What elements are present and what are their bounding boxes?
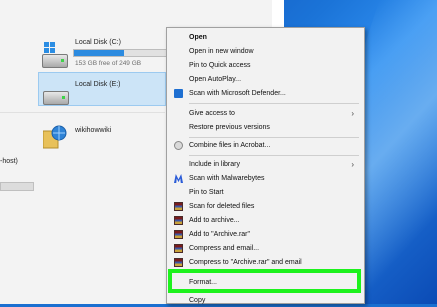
- menu-item-label: Scan with Malwarebytes: [189, 175, 265, 182]
- network-location-label[interactable]: wikihowwiki: [75, 127, 111, 134]
- drive-c-free-space: 153 GB free of 249 GB: [75, 60, 142, 67]
- winrar-icon: [174, 244, 183, 253]
- menu-item-label: Open AutoPlay...: [189, 76, 242, 83]
- menu-item-open-autoplay[interactable]: Open AutoPlay...: [167, 73, 364, 86]
- windows-logo-icon: [44, 42, 56, 54]
- host-usage-bar: [0, 182, 34, 191]
- menu-item-label: Combine files in Acrobat...: [189, 142, 271, 149]
- menu-item-include-library[interactable]: Include in library ›: [167, 158, 364, 171]
- menu-item-label: Open in new window: [189, 48, 254, 55]
- defender-icon: [174, 89, 183, 98]
- menu-item-scan-malwarebytes[interactable]: Scan with Malwarebytes: [167, 172, 364, 185]
- menu-item-label: Include in library: [189, 161, 240, 168]
- hard-drive-icon: [42, 54, 68, 68]
- menu-item-pin-start[interactable]: Pin to Start: [167, 186, 364, 199]
- menu-item-open-new-window[interactable]: Open in new window: [167, 45, 364, 58]
- menu-item-scan-deleted[interactable]: Scan for deleted files: [167, 200, 364, 213]
- host-fragment-label: -host): [0, 158, 18, 165]
- menu-item-label: Scan for deleted files: [189, 203, 255, 210]
- menu-item-label: Add to "Archive.rar": [189, 231, 250, 238]
- menu-item-label: Scan with Microsoft Defender...: [189, 90, 286, 97]
- menu-item-add-archive-rar[interactable]: Add to "Archive.rar": [167, 228, 364, 241]
- drive-c-label: Local Disk (C:): [75, 39, 121, 46]
- winrar-icon: [174, 216, 183, 225]
- menu-item-label: Compress and email...: [189, 245, 260, 252]
- malwarebytes-icon: [174, 174, 183, 183]
- section-divider: [0, 112, 165, 113]
- menu-item-combine-acrobat[interactable]: Combine files in Acrobat...: [167, 139, 364, 152]
- menu-item-give-access[interactable]: Give access to ›: [167, 107, 364, 120]
- menu-item-label: Pin to Start: [189, 189, 224, 196]
- recovery-icon: [174, 202, 183, 211]
- menu-item-label: Compress to "Archive.rar" and email: [189, 259, 302, 266]
- menu-item-compress-email[interactable]: Compress and email...: [167, 242, 364, 255]
- chevron-right-icon: ›: [351, 160, 354, 169]
- drive-e[interactable]: Local Disk (E:): [38, 72, 166, 106]
- menu-separator: [189, 137, 359, 138]
- hard-drive-icon: [43, 91, 69, 105]
- menu-item-label: Copy: [189, 297, 206, 304]
- context-menu: Open Open in new window Pin to Quick acc…: [166, 27, 365, 304]
- menu-item-copy[interactable]: Copy: [167, 294, 364, 307]
- menu-item-label: Restore previous versions: [189, 124, 270, 131]
- menu-item-label: Open: [189, 34, 207, 41]
- chevron-right-icon: ›: [351, 109, 354, 118]
- winrar-icon: [174, 230, 183, 239]
- acrobat-icon: [174, 141, 183, 150]
- drive-c-usage-fill: [74, 50, 124, 56]
- drive-c[interactable]: Local Disk (C:) 153 GB free of 249 GB: [40, 37, 202, 73]
- menu-item-restore-versions[interactable]: Restore previous versions: [167, 121, 364, 134]
- menu-item-label: Add to archive...: [189, 217, 240, 224]
- menu-separator: [189, 155, 359, 156]
- menu-item-scan-defender[interactable]: Scan with Microsoft Defender...: [167, 87, 364, 100]
- menu-item-open[interactable]: Open: [167, 31, 364, 44]
- menu-item-label: Give access to: [189, 110, 235, 117]
- menu-item-add-archive[interactable]: Add to archive...: [167, 214, 364, 227]
- winrar-icon: [174, 258, 183, 267]
- menu-item-label: Pin to Quick access: [189, 62, 251, 69]
- menu-separator: [189, 103, 359, 104]
- drive-e-label: Local Disk (E:): [75, 81, 121, 88]
- format-highlight-box: [168, 269, 361, 293]
- menu-item-pin-quick-access[interactable]: Pin to Quick access: [167, 59, 364, 72]
- network-drive-icon: [43, 125, 67, 149]
- menu-item-compress-rar-email[interactable]: Compress to "Archive.rar" and email: [167, 256, 364, 269]
